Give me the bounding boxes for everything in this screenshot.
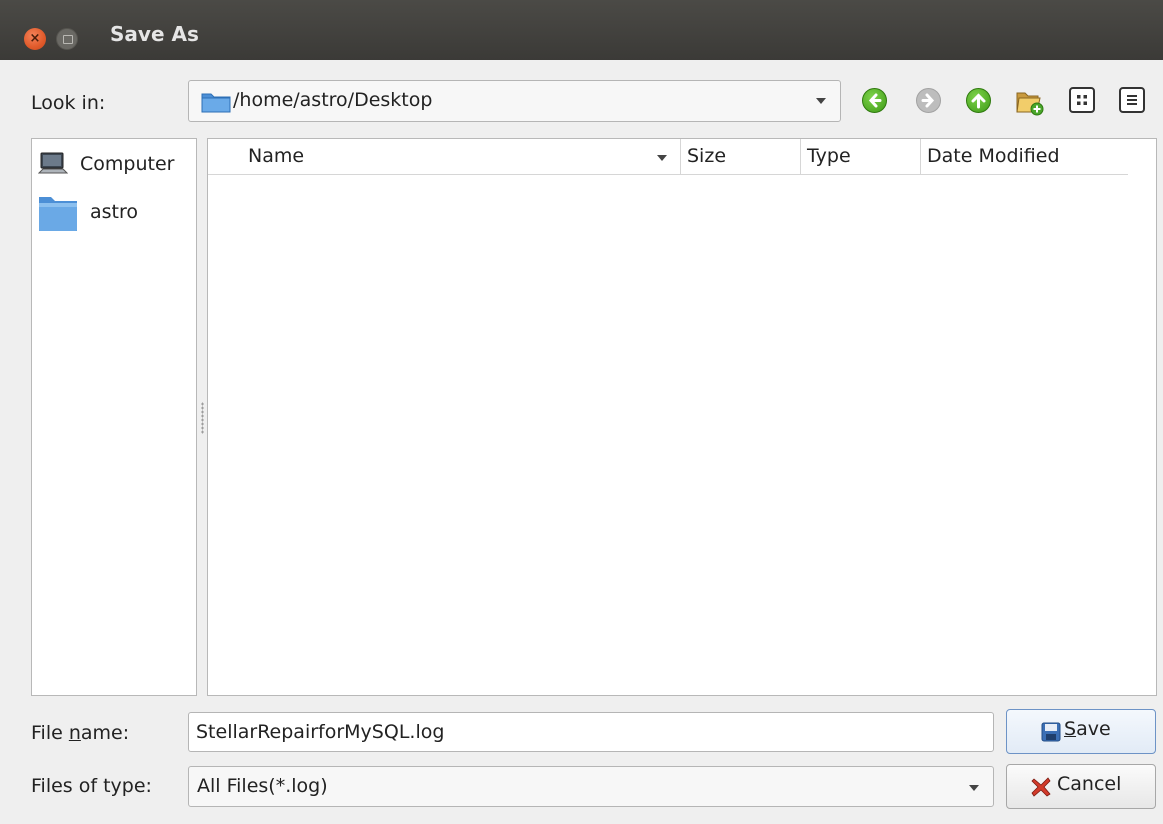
look-in-combo[interactable]: /home/astro/Desktop xyxy=(188,80,841,122)
file-list-header: Name Size Type Date Modified xyxy=(208,139,1128,175)
splitter-handle[interactable] xyxy=(201,402,204,434)
file-list[interactable]: Name Size Type Date Modified xyxy=(207,138,1157,696)
files-of-type-combo[interactable]: All Files(*.log) xyxy=(188,766,994,807)
places-sidebar: Computer astro xyxy=(31,138,197,696)
column-header-date-modified[interactable]: Date Modified xyxy=(921,139,1128,175)
column-header-type[interactable]: Type xyxy=(801,139,921,175)
forward-arrow-icon[interactable] xyxy=(916,88,941,113)
close-icon: × xyxy=(29,31,41,46)
save-button[interactable]: Save xyxy=(1006,709,1156,754)
cancel-button[interactable]: Cancel xyxy=(1006,764,1156,809)
window-title: Save As xyxy=(110,22,199,46)
file-name-field[interactable] xyxy=(188,712,994,752)
sidebar-item-label: Computer xyxy=(80,153,175,175)
sidebar-item-label: astro xyxy=(90,201,139,223)
computer-icon xyxy=(38,152,68,174)
column-header-size[interactable]: Size xyxy=(681,139,801,175)
new-folder-icon[interactable] xyxy=(1014,86,1044,116)
files-of-type-value: All Files(*.log) xyxy=(197,775,328,797)
chevron-down-icon xyxy=(969,785,979,791)
chevron-down-icon xyxy=(816,98,826,104)
folder-icon xyxy=(201,93,231,113)
look-in-label: Look in: xyxy=(31,92,106,114)
sidebar-item-computer[interactable]: Computer xyxy=(32,143,196,183)
files-of-type-label: Files of type: xyxy=(31,775,152,797)
maximize-window-button[interactable] xyxy=(56,28,78,50)
back-arrow-icon[interactable] xyxy=(862,88,887,113)
sidebar-item-astro[interactable]: astro xyxy=(32,193,196,233)
floppy-disk-icon xyxy=(1041,722,1061,742)
file-name-input[interactable] xyxy=(189,713,993,751)
detail-view-icon[interactable] xyxy=(1119,87,1145,113)
title-bar: × Save As xyxy=(0,0,1163,60)
list-view-icon[interactable] xyxy=(1069,87,1095,113)
look-in-path: /home/astro/Desktop xyxy=(233,89,433,111)
file-name-label: File name: xyxy=(31,722,130,744)
folder-icon xyxy=(39,197,77,231)
column-header-name[interactable]: Name xyxy=(208,139,681,175)
sort-descending-icon xyxy=(657,155,667,161)
up-arrow-icon[interactable] xyxy=(966,88,991,113)
cancel-x-icon xyxy=(1031,777,1051,797)
close-window-button[interactable]: × xyxy=(24,28,46,50)
